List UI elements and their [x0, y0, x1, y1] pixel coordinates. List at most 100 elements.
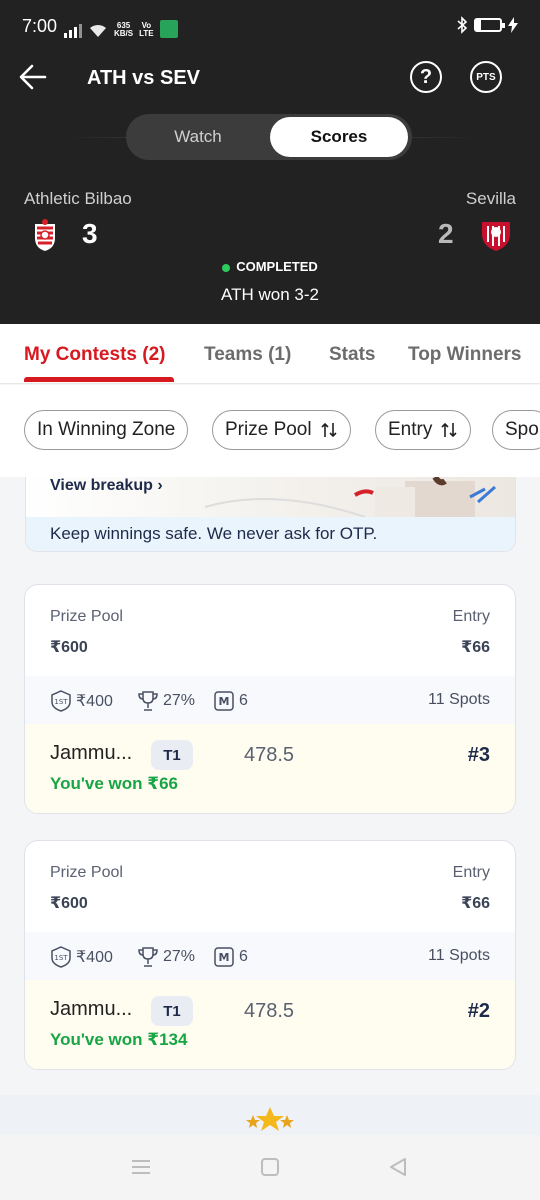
completed-dot: [222, 263, 231, 272]
win-percent-value: 27%: [163, 692, 196, 709]
wifi-icon: [90, 24, 106, 37]
points-icon[interactable]: PTS: [470, 61, 502, 93]
home-team-name: Athletic Bilbao: [24, 189, 132, 208]
contest-meta: 1ST ₹400 27% M 6 11 Spots: [25, 932, 515, 980]
prize-pool-label: Prize Pool: [50, 864, 123, 881]
chevron-right-icon: ›: [157, 477, 163, 494]
spots-count: 11 Spots: [428, 691, 490, 708]
team-rank: #2: [467, 1000, 490, 1022]
first-prize-mark: 1ST: [54, 698, 68, 706]
tab-my-contests[interactable]: My Contests (2): [24, 344, 165, 366]
filter-prize-pool-label: Prize Pool: [225, 419, 312, 440]
team-rank: #3: [467, 744, 490, 766]
prize-pool-value: ₹600: [50, 895, 88, 912]
away-score: 2: [438, 218, 454, 249]
athletic-bilbao-crest-icon: [35, 219, 55, 251]
contest-card[interactable]: Prize Pool Entry ₹600 ₹66 1ST ₹400 27% M…: [24, 840, 516, 1070]
speed-unit: KB/S: [114, 29, 134, 38]
watch-scores-toggle: Watch Scores: [126, 114, 412, 160]
multi-entry-mark: M: [219, 695, 230, 708]
stars-icon: [246, 1107, 294, 1131]
multi-entry: M 6: [213, 946, 248, 968]
signal-icon: [64, 24, 82, 38]
filter-spots-label: Spo: [505, 419, 539, 440]
filter-winning-zone-label: In Winning Zone: [37, 419, 176, 440]
charging-icon: [508, 17, 518, 33]
view-breakup-label: View breakup: [50, 477, 153, 494]
toggle-scores[interactable]: Scores: [270, 117, 408, 157]
win-percent: 27%: [137, 690, 195, 712]
first-prize-value: ₹400: [76, 949, 113, 966]
multi-entry-mark: M: [219, 951, 230, 964]
page-title: ATH vs SEV: [87, 67, 200, 89]
tab-stats[interactable]: Stats: [329, 344, 375, 366]
first-prize: 1ST ₹400: [50, 690, 113, 712]
banner-graphic-area: View breakup ›: [26, 477, 515, 517]
bluetooth-icon: [457, 16, 468, 34]
network-bottom: LTE: [139, 29, 154, 38]
entry-label: Entry: [452, 864, 490, 881]
multi-entry-icon: M: [214, 947, 234, 967]
filter-winning-zone[interactable]: In Winning Zone: [24, 410, 189, 450]
contest-tabs: My Contests (2) Teams (1) Stats Top Winn…: [0, 324, 540, 384]
my-team-row[interactable]: Jammu... T1 478.5 #2 You've won ₹134: [25, 980, 515, 1069]
team-points: 478.5: [244, 1000, 295, 1022]
trophy-icon: [138, 691, 158, 711]
entry-label: Entry: [452, 608, 490, 625]
tab-top-winners[interactable]: Top Winners: [408, 344, 521, 366]
toggle-watch[interactable]: Watch: [130, 117, 266, 157]
first-prize: 1ST ₹400: [50, 946, 113, 968]
match-header: ATH vs SEV ? PTS Watch Scores Athletic B…: [0, 52, 540, 324]
winnings-text: You've won ₹134: [50, 1030, 188, 1049]
contest-meta: 1ST ₹400 27% M 6 11 Spots: [25, 676, 515, 724]
win-percent-value: 27%: [163, 948, 196, 965]
active-tab-indicator: [24, 377, 174, 382]
multi-entry-value: 6: [239, 692, 248, 709]
first-prize-mark: 1ST: [54, 954, 68, 962]
trophy-icon: [138, 947, 158, 967]
my-team-row[interactable]: Jammu... T1 478.5 #3 You've won ₹66: [25, 724, 515, 813]
sevilla-crest-icon: [482, 222, 510, 251]
home-icon[interactable]: [260, 1157, 280, 1177]
status-right: [456, 16, 518, 34]
winnings-text: You've won ₹66: [50, 774, 178, 793]
otp-warning: Keep winnings safe. We never ask for OTP…: [26, 517, 515, 551]
filter-spots[interactable]: Spo: [492, 410, 540, 450]
first-prize-icon: 1ST: [51, 690, 71, 712]
status-time: 7:00: [22, 16, 58, 36]
sort-icon: [321, 422, 337, 438]
filter-entry[interactable]: Entry: [375, 410, 472, 450]
contest-card[interactable]: Prize Pool Entry ₹600 ₹66 1ST ₹400 27% M…: [24, 584, 516, 814]
back-icon[interactable]: [388, 1157, 408, 1177]
prize-pool-value: ₹600: [50, 639, 88, 656]
entry-value: ₹66: [461, 895, 490, 912]
sort-icon: [441, 422, 457, 438]
notification-app-icon: [159, 20, 178, 38]
match-status-label: COMPLETED: [236, 259, 318, 274]
filter-bar: In Winning Zone Prize Pool Entry Spo: [0, 385, 540, 477]
view-breakup-link[interactable]: View breakup ›: [50, 477, 163, 495]
multi-entry-value: 6: [239, 948, 248, 965]
banner-illustration: [204, 477, 496, 517]
match-result: ATH won 3-2: [221, 285, 319, 304]
back-arrow-icon[interactable]: [18, 62, 48, 92]
status-bar: 7:00 635 KB/S Vo LTE: [0, 0, 540, 52]
first-prize-value: ₹400: [76, 693, 113, 710]
win-percent: 27%: [137, 946, 195, 968]
help-icon[interactable]: ?: [410, 61, 442, 93]
system-nav-bar: [0, 1135, 540, 1200]
status-icons: 635 KB/S Vo LTE: [64, 16, 178, 38]
network-speed: 635 KB/S: [114, 22, 133, 38]
team-name: Jammu...: [50, 742, 133, 764]
home-score: 3: [82, 218, 98, 249]
filter-entry-label: Entry: [388, 419, 433, 440]
away-team-name: Sevilla: [465, 189, 516, 208]
spots-count: 11 Spots: [428, 947, 490, 964]
tab-teams[interactable]: Teams (1): [204, 344, 291, 366]
team-name: Jammu...: [50, 998, 133, 1020]
menu-icon[interactable]: [131, 1157, 151, 1177]
filter-prize-pool[interactable]: Prize Pool: [212, 410, 351, 450]
battery-icon: [474, 18, 505, 32]
multi-entry-icon: M: [214, 691, 234, 711]
battery-level: [476, 20, 481, 30]
